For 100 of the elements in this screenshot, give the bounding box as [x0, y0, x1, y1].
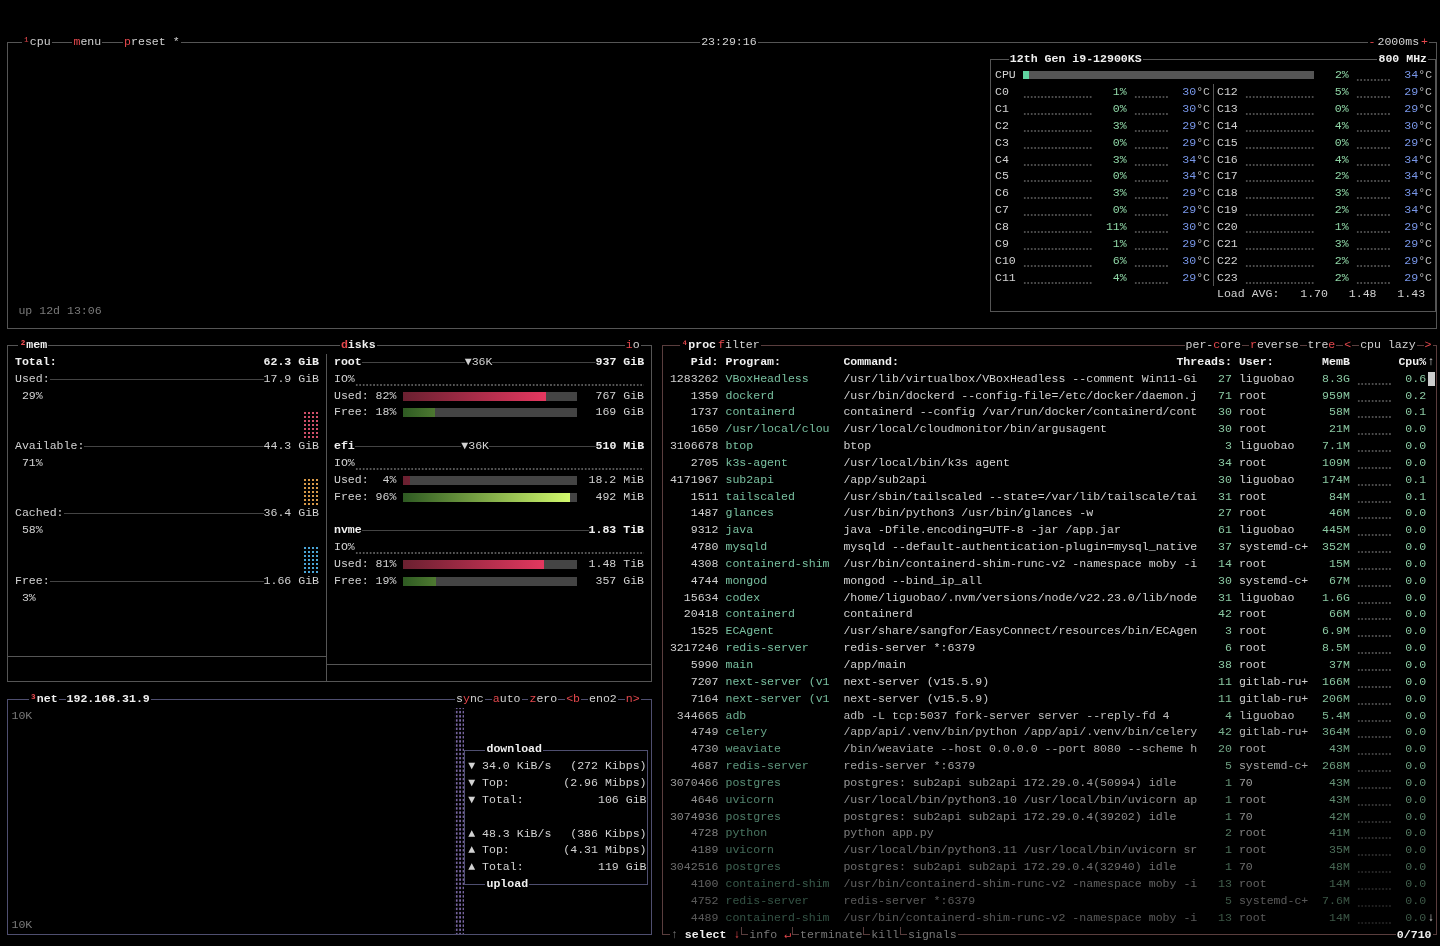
command-line: containerd --config /var/run/docker/containerd/cont [843, 405, 1198, 419]
thread-count: 37 [1218, 539, 1232, 556]
cpu-percent: 0.0 [1405, 741, 1427, 758]
thread-count: 5 [1225, 758, 1232, 775]
disk-stat-label: Used: [333, 555, 369, 572]
program-name: next-server (v1 [725, 691, 830, 705]
thread-count: 31 [1218, 488, 1232, 505]
cpu-percent: 0.0 [1405, 876, 1427, 892]
process-id: 1511 [690, 488, 719, 505]
disk-stat-label: Free: [333, 488, 369, 505]
cpu-percent: 0.0 [1405, 421, 1427, 438]
disk-io: ▼36K [464, 353, 493, 370]
command-line: /usr/local/cloudmonitor/bin/argusagent [843, 422, 1108, 436]
memory-usage: 43M [1329, 791, 1350, 808]
memory-usage: 84M [1329, 488, 1350, 505]
core-label: C6 [994, 185, 1010, 202]
core-temperature: 29°C [1404, 252, 1432, 269]
memory-percent: 58% [21, 523, 43, 537]
thread-count: 4 [1225, 707, 1232, 724]
core-percent: 11% [1104, 218, 1127, 235]
column-header: Pid: [690, 353, 719, 370]
scroll-down-button[interactable]: ↓ [1427, 909, 1435, 927]
user-name: gitlab-ru+ [1238, 725, 1309, 739]
command-line: containerd [843, 607, 913, 621]
memory-usage: 8.3G [1322, 370, 1350, 387]
program-name: containerd [725, 405, 795, 419]
memory-usage: 43M [1329, 741, 1350, 758]
scrollbar-thumb[interactable] [1427, 371, 1435, 386]
core-label: C15 [1216, 134, 1239, 151]
thread-count: 14 [1218, 555, 1232, 572]
command-line: /app/sub2api [843, 472, 927, 486]
command-line: /usr/bin/dockerd --config-file=/etc/docker/daemon.j [843, 388, 1198, 402]
thread-count: 11 [1218, 690, 1232, 707]
disk-amount: 492 MiB [594, 488, 645, 505]
thread-count: 1 [1225, 842, 1232, 859]
user-name: root [1238, 405, 1267, 419]
command-line: btop [843, 439, 872, 453]
program-name: mongod [725, 573, 768, 587]
user-name: liguobao [1238, 708, 1295, 722]
program-name: java [725, 523, 754, 537]
core-percent: 5% [1333, 84, 1349, 101]
memory-usage: 7.1M [1322, 438, 1350, 455]
cpu-percent: 0.0 [1405, 522, 1427, 539]
program-name: celery [725, 725, 768, 739]
core-temperature: 30°C [1182, 218, 1210, 235]
memory-usage: 48M [1329, 859, 1350, 876]
thread-count: 1 [1225, 774, 1232, 791]
program-name: redis-server [725, 759, 809, 773]
column-header: User: [1238, 354, 1274, 368]
memory-usage: 5.4M [1322, 707, 1350, 724]
disk-io: ▼36K [461, 438, 489, 455]
traffic-label: Top: [482, 842, 511, 859]
traffic-value: 119 GiB [597, 859, 647, 876]
load-value: 1.70 [1299, 286, 1328, 303]
io-label: IO% [333, 539, 355, 556]
user-name: root [1238, 489, 1267, 503]
process-id: 3106678 [669, 438, 719, 455]
program-name: weaviate [725, 742, 781, 756]
command-line: adb -L tcp:5037 fork-server server --reply-fd 4 [843, 708, 1170, 722]
memory-label: Used: [14, 370, 50, 387]
cpu-percent: 0.0 [1405, 842, 1427, 859]
thread-count: 27 [1218, 505, 1232, 522]
core-temperature: 34°C [1182, 151, 1210, 168]
memory-value: 1.66 GiB [263, 572, 320, 589]
scroll-up-button[interactable]: ↑ [1427, 353, 1435, 371]
memory-usage: 15M [1329, 555, 1350, 572]
process-id: 1283262 [669, 370, 719, 387]
process-id: 4752 [690, 892, 719, 909]
thread-count: 61 [1218, 522, 1232, 539]
process-id: 1650 [690, 421, 719, 438]
thread-count: 27 [1218, 370, 1232, 387]
program-name: postgres [725, 809, 781, 823]
memory-usage: 43M [1329, 774, 1350, 791]
column-header: Command: [843, 354, 899, 368]
command-line: python app.py [843, 826, 934, 840]
program-name: postgres [725, 860, 781, 874]
memory-usage: 445M [1322, 522, 1350, 539]
cpu-percent: 0.0 [1405, 724, 1427, 741]
cpu-percent: 0.0 [1405, 606, 1427, 623]
core-percent: 4% [1333, 151, 1349, 168]
disk-percent: 81% [374, 555, 397, 572]
core-temperature: 29°C [1404, 134, 1432, 151]
user-name: root [1238, 877, 1267, 890]
disk-amount: 1.48 TiB [587, 555, 645, 572]
core-label: C18 [1216, 185, 1239, 202]
program-name: postgres [725, 775, 781, 789]
command-line: /usr/bin/containerd-shim-runc-v2 -namespace moby -i [843, 556, 1198, 570]
core-temperature: 29°C [1182, 134, 1210, 151]
user-name: systemd-c+ [1238, 893, 1309, 907]
core-percent: 3% [1111, 151, 1127, 168]
traffic-value: (386 Kibps) [570, 825, 647, 842]
cpu-percent: 0.1 [1405, 471, 1427, 488]
core-percent: 1% [1111, 235, 1127, 252]
program-name: uvicorn [725, 843, 774, 857]
core-label: C21 [1216, 235, 1239, 252]
arrow-icon: ▲ [468, 859, 482, 877]
core-temperature: 29°C [1182, 117, 1210, 134]
core-percent: 2% [1333, 252, 1349, 269]
program-name: tailscaled [725, 489, 795, 503]
core-temperature: 34°C [1404, 67, 1433, 84]
